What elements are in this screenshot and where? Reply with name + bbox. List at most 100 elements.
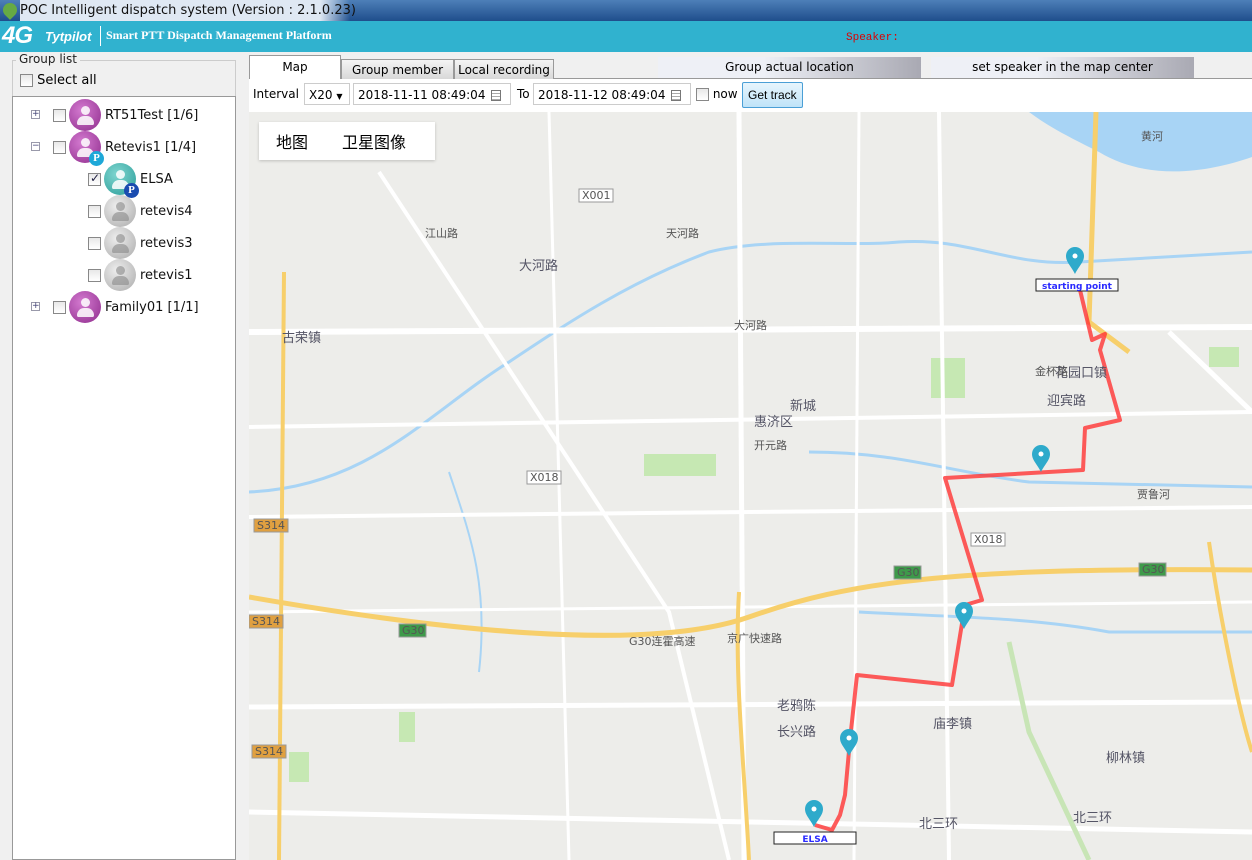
group-list-title: Group list <box>16 52 80 66</box>
start-datetime-value: 2018-11-11 08:49:04 <box>358 88 486 102</box>
map-canvas[interactable]: 大河路古荣镇新城惠济区开元路花园口镇迎宾路老鸦陈长兴路庙李镇柳林镇北三环北三环贾… <box>249 112 1252 860</box>
app-icon <box>0 0 20 20</box>
place-label: G30 <box>402 624 425 637</box>
checkbox[interactable] <box>20 74 33 87</box>
map-type-control: 地图 卫星图像 <box>259 122 435 160</box>
place-label: G30连霍高速 <box>629 634 696 648</box>
node-label: Retevis1 [1/4] <box>105 139 197 155</box>
location-pin-icon[interactable] <box>955 602 973 629</box>
interval-value: X20 <box>309 88 333 102</box>
select-all-checkbox[interactable]: Select all <box>20 73 97 88</box>
member-avatar-icon <box>104 195 136 227</box>
tree-node-group[interactable]: − P Retevis1 [1/4] <box>31 131 197 166</box>
tab-map[interactable]: Map <box>249 55 341 79</box>
checkbox[interactable] <box>53 300 66 314</box>
tree-node-member[interactable]: P ELSA <box>88 163 173 198</box>
checkbox[interactable] <box>88 171 101 186</box>
select-all-label: Select all <box>37 73 97 88</box>
place-label: X018 <box>530 471 559 484</box>
tree-node-member[interactable]: retevis1 <box>88 259 193 291</box>
place-label: 北三环 <box>1073 811 1112 826</box>
node-label: retevis4 <box>140 203 193 219</box>
checkbox[interactable] <box>88 268 101 282</box>
checkbox[interactable] <box>88 236 101 250</box>
place-label: 迎宾路 <box>1047 393 1086 409</box>
chevron-down-icon: ▼ <box>336 92 343 101</box>
place-label: 大河路 <box>519 258 558 274</box>
map-type-satellite-button[interactable]: 卫星图像 <box>325 129 423 153</box>
window-title: POC Intelligent dispatch system (Version… <box>20 0 396 21</box>
node-label: RT51Test [1/6] <box>105 107 199 123</box>
get-track-button[interactable]: Get track <box>742 82 803 108</box>
logo: 4G <box>2 22 33 49</box>
group-avatar-icon <box>69 99 101 131</box>
tab-local-recording[interactable]: Local recording <box>454 59 554 79</box>
group-avatar-icon: P <box>69 131 104 166</box>
checkbox[interactable] <box>88 204 101 218</box>
place-label: G30 <box>1142 563 1165 576</box>
tree-node-member[interactable]: retevis3 <box>88 227 193 259</box>
set-speaker-map-center-button[interactable]: set speaker in the map center <box>931 57 1194 78</box>
place-label: 老鸦陈 <box>777 698 816 714</box>
now-label: now <box>712 87 738 101</box>
place-label: S314 <box>257 519 285 532</box>
place-label: 金杯路 <box>1035 364 1068 378</box>
map-view[interactable]: 大河路 古荣镇 新城 惠济区 开元路 花园口镇 迎宾路 老鸦陈 长兴路 庙李镇 柳林镇 北三环 北三环贾… <box>249 112 1252 860</box>
group-avatar-icon <box>69 291 101 323</box>
end-datetime-picker[interactable]: 2018-11-12 08:49:04▼ <box>533 83 691 123</box>
node-label: retevis3 <box>140 235 193 251</box>
checkbox[interactable] <box>696 88 709 101</box>
place-label: X018 <box>974 533 1003 546</box>
speaker-label: Speaker: <box>846 32 899 44</box>
place-label: 古荣镇 <box>282 331 321 346</box>
end-datetime-value: 2018-11-12 08:49:04 <box>538 88 666 102</box>
calendar-icon[interactable] <box>671 90 682 101</box>
now-checkbox[interactable]: now <box>696 83 738 105</box>
map-type-map-button[interactable]: 地图 <box>259 129 325 153</box>
track-toolbar: Interval X20 ▼ 2018-11-11 08:49:04▼ To 2… <box>249 79 1252 123</box>
place-labels: 大河路古荣镇新城惠济区开元路花园口镇迎宾路老鸦陈长兴路庙李镇柳林镇北三环北三环贾… <box>249 129 1170 832</box>
green-areas <box>289 347 1239 782</box>
node-label: Family01 [1/1] <box>105 299 199 315</box>
group-actual-location-button[interactable]: Group actual location <box>658 57 921 78</box>
expand-icon[interactable]: + <box>31 110 40 119</box>
place-label: 庙李镇 <box>933 717 972 732</box>
place-label: 柳林镇 <box>1106 751 1145 766</box>
place-label: 天河路 <box>666 227 699 240</box>
tree-node-group[interactable]: + Family01 [1/1] <box>31 291 199 323</box>
interval-label: Interval <box>253 87 299 101</box>
brand-header: 4G Tytpilot Smart PTT Dispatch Managemen… <box>0 21 1252 52</box>
location-pin-icon[interactable] <box>1032 445 1050 472</box>
tree-node-group[interactable]: + RT51Test [1/6] <box>31 99 199 131</box>
tab-group-member[interactable]: Group member <box>341 59 454 79</box>
expand-icon[interactable]: + <box>31 302 40 311</box>
place-label: 新城 <box>790 398 816 414</box>
location-pin-icon[interactable] <box>1066 247 1084 274</box>
place-label: 黄河 <box>1141 129 1163 143</box>
place-label: 惠济区 <box>754 415 793 430</box>
checkbox[interactable] <box>53 140 66 154</box>
platform-subtitle: Smart PTT Dispatch Management Platform <box>106 28 332 42</box>
group-panel: Group list Select all + RT51Test [1/6] −… <box>0 52 246 860</box>
logo-sub: Tytpilot <box>45 29 92 44</box>
place-label: 长兴路 <box>777 724 816 740</box>
node-label: ELSA <box>140 171 173 187</box>
member-avatar-icon <box>104 259 136 291</box>
collapse-icon[interactable]: − <box>31 142 40 151</box>
device-label: ELSA <box>802 835 827 845</box>
group-tree[interactable]: + RT51Test [1/6] − P Retevis1 [1/4] P EL… <box>12 96 236 860</box>
calendar-icon[interactable] <box>491 90 502 101</box>
member-avatar-icon <box>104 227 136 259</box>
roads <box>249 112 1252 860</box>
place-label: X001 <box>582 189 611 202</box>
checkbox[interactable] <box>53 108 66 122</box>
place-label: S314 <box>252 615 280 628</box>
place-label: 京广快速路 <box>727 631 782 645</box>
place-label: G30 <box>897 566 920 579</box>
node-label: retevis1 <box>140 267 193 283</box>
starting-point-label: starting point <box>1042 282 1113 292</box>
start-datetime-picker[interactable]: 2018-11-11 08:49:04▼ <box>353 83 511 123</box>
tree-node-member[interactable]: retevis4 <box>88 195 193 227</box>
divider <box>100 26 101 46</box>
interval-select[interactable]: X20 ▼ <box>304 83 350 105</box>
